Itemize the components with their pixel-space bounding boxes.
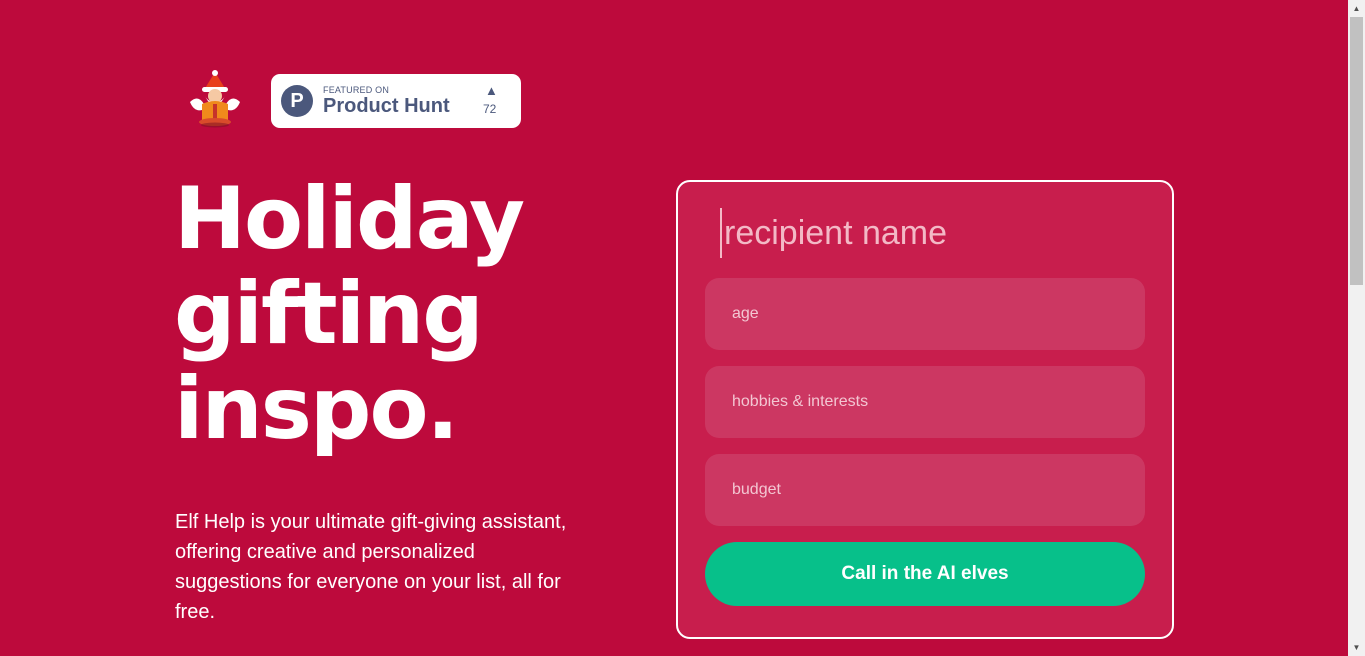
santa-elf-logo-icon[interactable]: [184, 68, 246, 128]
headline-line-1: Holiday: [174, 169, 525, 269]
product-hunt-p-icon: P: [281, 85, 313, 117]
headline-line-2: gifting: [174, 264, 484, 364]
age-input[interactable]: [705, 278, 1145, 350]
call-ai-elves-button[interactable]: Call in the AI elves: [705, 542, 1145, 606]
scroll-up-arrow-icon[interactable]: ▲: [1348, 0, 1365, 17]
product-hunt-featured-label: FEATURED ON: [323, 85, 390, 95]
budget-input[interactable]: [705, 454, 1145, 526]
product-hunt-name: Product Hunt: [323, 95, 450, 117]
hobbies-interests-input[interactable]: [705, 366, 1145, 438]
gift-form-card: Call in the AI elves: [676, 180, 1174, 639]
page-scrollbar[interactable]: ▲ ▼: [1348, 0, 1365, 656]
upvote-count: 72: [483, 102, 497, 116]
hero-description: Elf Help is your ultimate gift-giving as…: [175, 511, 567, 623]
page: P FEATURED ON Product Hunt ▲ 72 Holiday …: [0, 0, 1365, 656]
scrollbar-thumb[interactable]: [1350, 17, 1363, 285]
upvote-triangle-icon: ▲: [485, 83, 498, 98]
product-hunt-badge[interactable]: P FEATURED ON Product Hunt ▲ 72: [271, 74, 521, 128]
headline-line-3: inspo.: [174, 359, 459, 459]
scroll-down-arrow-icon[interactable]: ▼: [1348, 639, 1365, 656]
hero-headline: Holiday gifting inspo.: [174, 172, 594, 457]
recipient-name-input[interactable]: [720, 208, 1140, 258]
